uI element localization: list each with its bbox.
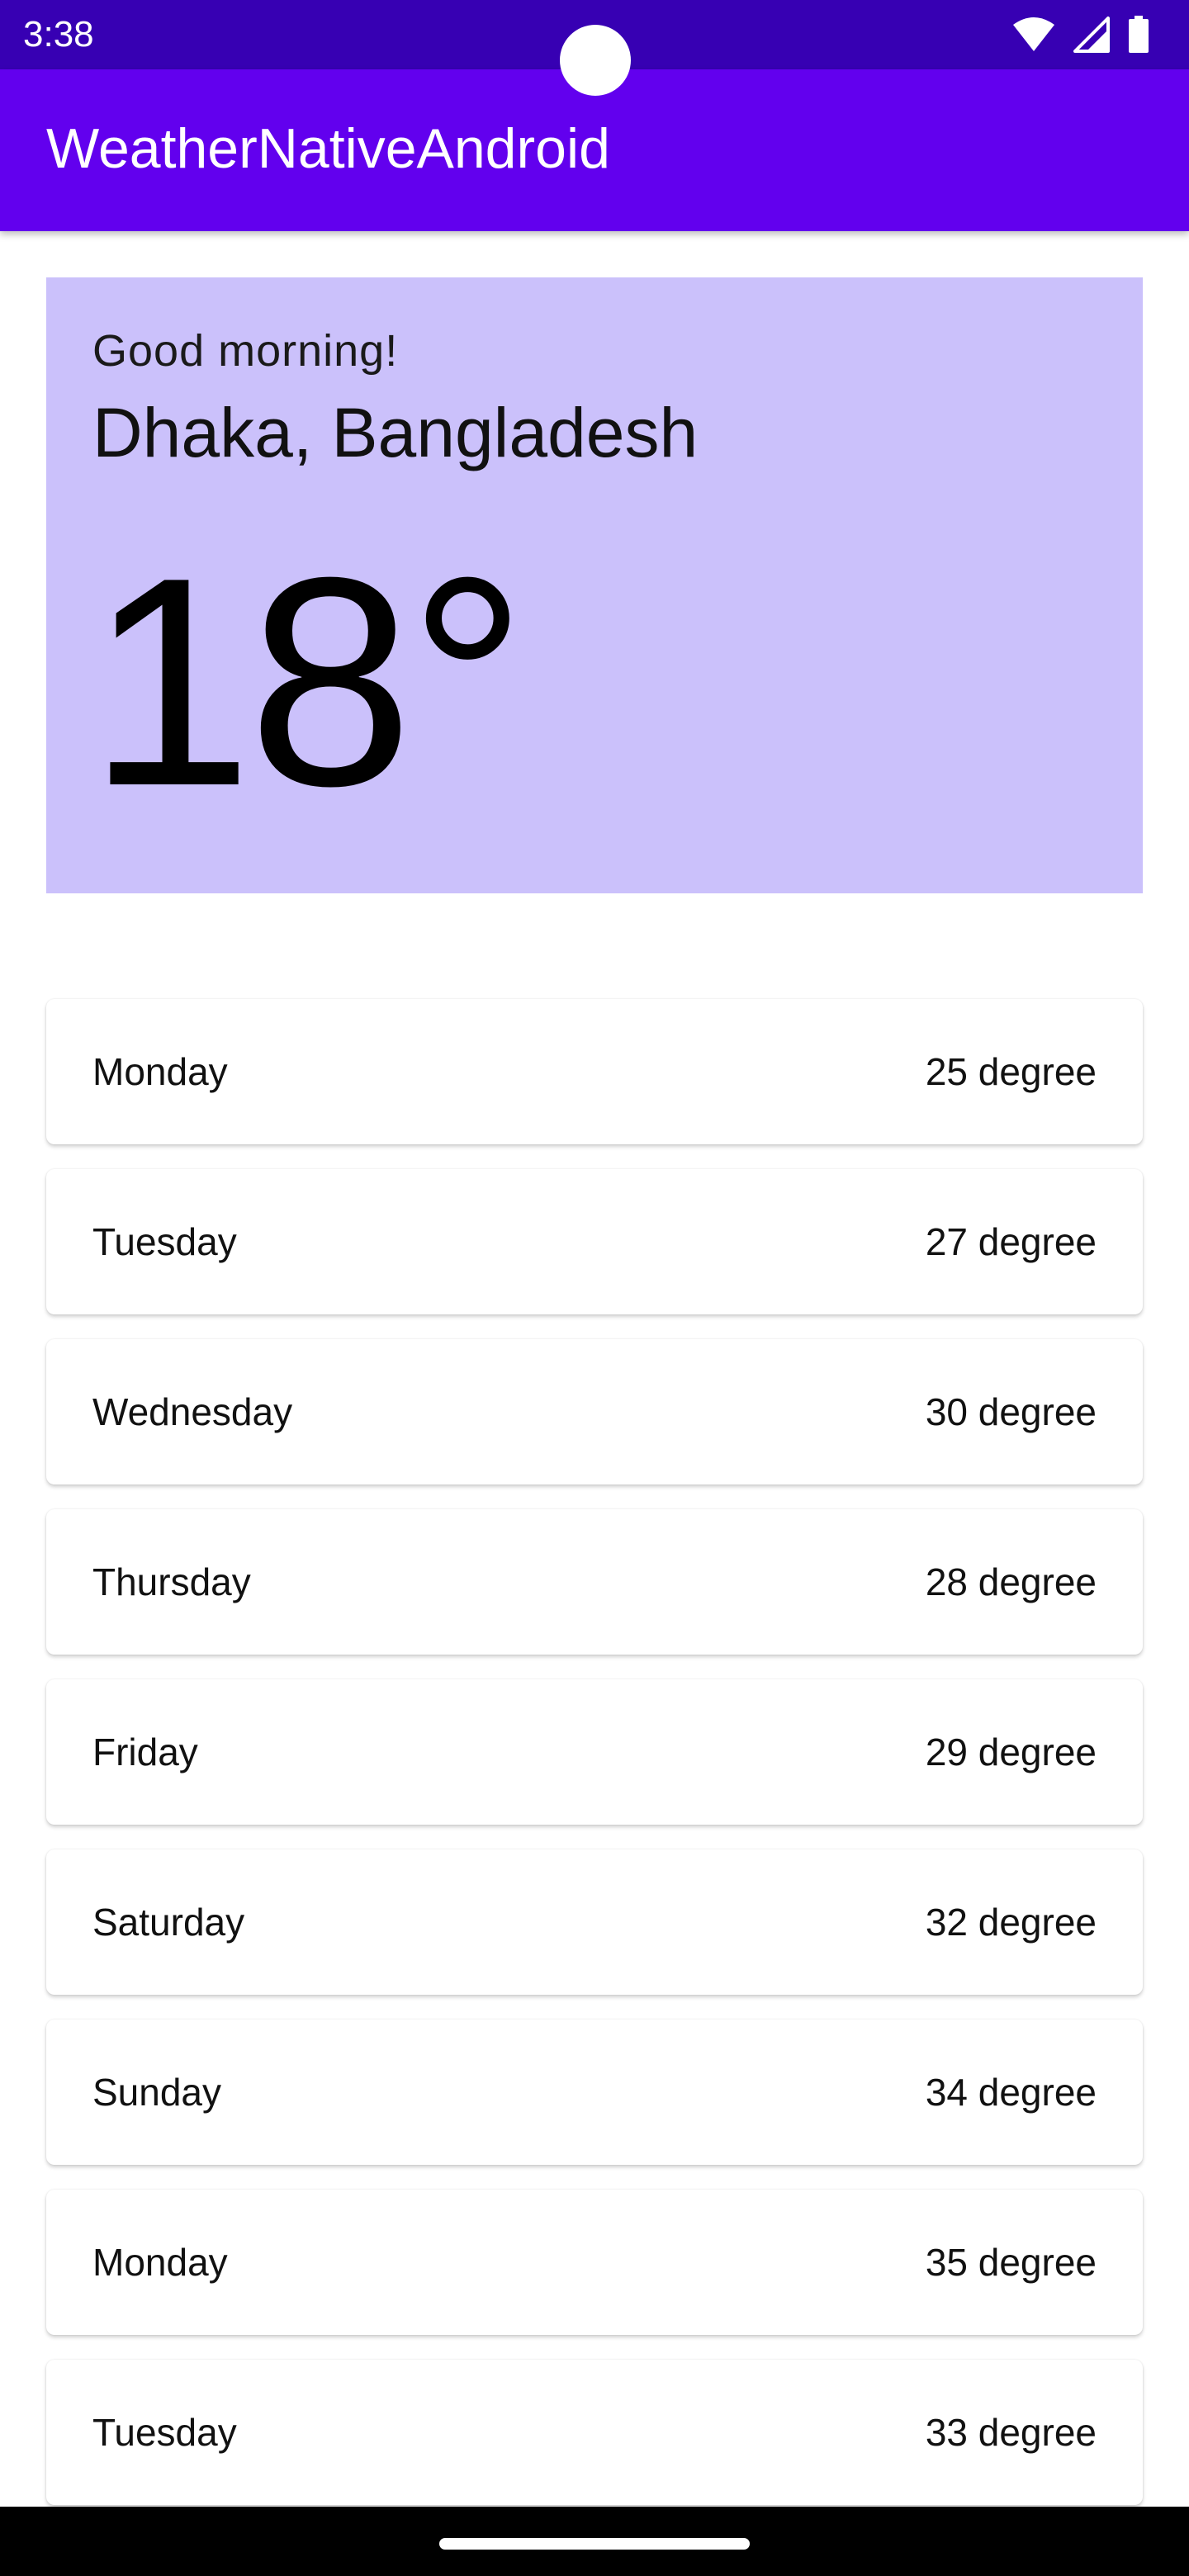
- wifi-icon: [1012, 17, 1055, 53]
- forecast-row-saturday[interactable]: Saturday 32 degree: [46, 1849, 1143, 1995]
- forecast-list[interactable]: Monday 25 degree Tuesday 27 degree Wedne…: [46, 999, 1143, 2530]
- forecast-temp: 25 degree: [925, 1050, 1097, 1093]
- forecast-row-tuesday[interactable]: Tuesday 27 degree: [46, 1169, 1143, 1314]
- camera-cutout: [560, 25, 631, 96]
- forecast-temp: 29 degree: [925, 1731, 1097, 1773]
- forecast-day: Sunday: [92, 2071, 222, 2114]
- forecast-temp: 28 degree: [925, 1560, 1097, 1603]
- forecast-day: Tuesday: [92, 2411, 237, 2454]
- greeting-text: Good morning!: [92, 326, 399, 376]
- cell-signal-icon: [1073, 17, 1110, 53]
- battery-icon: [1128, 16, 1149, 54]
- forecast-row-friday[interactable]: Friday 29 degree: [46, 1679, 1143, 1825]
- forecast-temp: 32 degree: [925, 1901, 1097, 1944]
- forecast-day: Thursday: [92, 1560, 251, 1603]
- home-gesture-handle[interactable]: [439, 2538, 750, 2550]
- navigation-bar: [0, 2507, 1189, 2576]
- status-time: 3:38: [23, 14, 94, 54]
- forecast-temp: 34 degree: [925, 2071, 1097, 2114]
- forecast-row-sunday[interactable]: Sunday 34 degree: [46, 2020, 1143, 2165]
- forecast-row-monday[interactable]: Monday 25 degree: [46, 999, 1143, 1144]
- current-weather-card: Good morning! Dhaka, Bangladesh 18°: [46, 277, 1143, 893]
- forecast-temp: 33 degree: [925, 2411, 1097, 2454]
- forecast-temp: 30 degree: [925, 1390, 1097, 1433]
- location-text: Dhaka, Bangladesh: [92, 394, 699, 471]
- forecast-temp: 27 degree: [925, 1220, 1097, 1263]
- forecast-row-tuesday-next[interactable]: Tuesday 33 degree: [46, 2360, 1143, 2505]
- current-temperature: 18°: [88, 516, 527, 848]
- app-title: WeatherNativeAndroid: [46, 117, 610, 180]
- forecast-day: Monday: [92, 2241, 228, 2284]
- forecast-row-wednesday[interactable]: Wednesday 30 degree: [46, 1339, 1143, 1485]
- forecast-day: Friday: [92, 1731, 198, 1773]
- status-icons: [1012, 15, 1149, 54]
- forecast-day: Wednesday: [92, 1390, 293, 1433]
- forecast-row-monday-next[interactable]: Monday 35 degree: [46, 2190, 1143, 2335]
- forecast-day: Tuesday: [92, 1220, 237, 1263]
- forecast-temp: 35 degree: [925, 2241, 1097, 2284]
- forecast-row-thursday[interactable]: Thursday 28 degree: [46, 1509, 1143, 1655]
- forecast-day: Saturday: [92, 1901, 245, 1944]
- forecast-day: Monday: [92, 1050, 228, 1093]
